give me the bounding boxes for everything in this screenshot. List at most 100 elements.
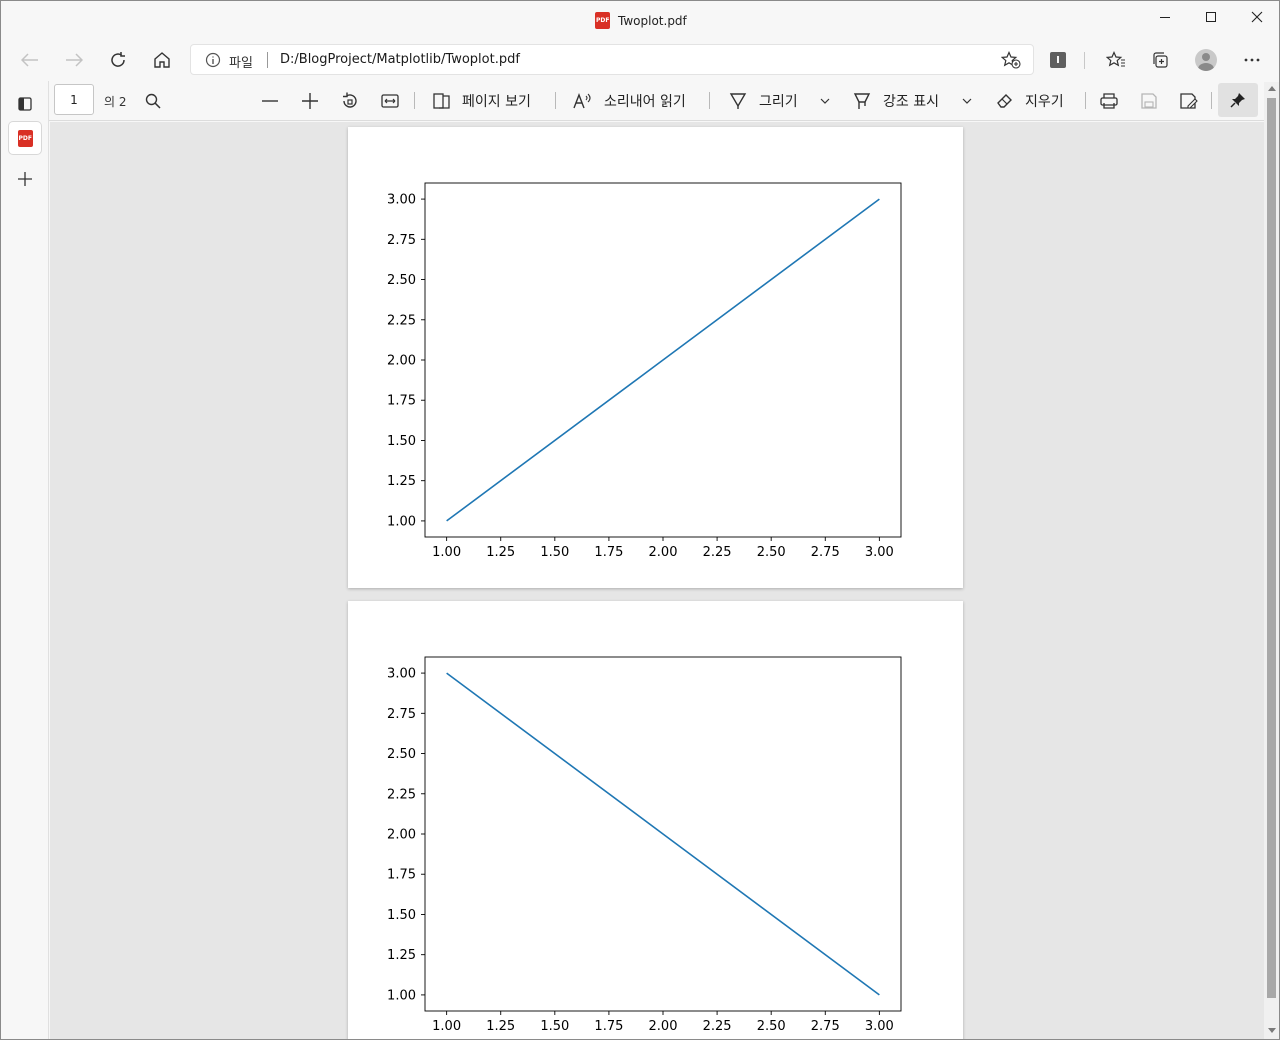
print-button[interactable]: [1097, 89, 1121, 113]
read-aloud-button[interactable]: 소리내어 읽기: [604, 91, 686, 111]
add-favorite-icon[interactable]: [1001, 51, 1021, 69]
toolbar-divider: [1085, 92, 1086, 109]
save-as-button[interactable]: [1177, 89, 1201, 113]
vertical-scrollbar[interactable]: [1264, 82, 1279, 1039]
minus-icon: [262, 100, 278, 102]
draw-button[interactable]: 그리기: [759, 91, 798, 111]
chevron-down-icon: [820, 98, 830, 104]
zoom-in-button[interactable]: [298, 89, 322, 113]
settings-menu-button[interactable]: [1239, 47, 1265, 73]
fit-width-button[interactable]: [378, 89, 402, 113]
read-aloud-icon-wrap[interactable]: [571, 89, 595, 113]
zoom-out-button[interactable]: [258, 89, 282, 113]
x-tick-label: 2.50: [757, 545, 786, 560]
avatar: [1195, 49, 1217, 71]
page-view-button[interactable]: 페이지 보기: [462, 91, 531, 111]
profile-button[interactable]: [1193, 47, 1219, 73]
page-view-icon: [433, 93, 450, 109]
scroll-down-arrow-icon[interactable]: [1268, 1028, 1276, 1033]
pdf-page-1: 1.00 1.25 1.50 1.75 2.00 2.25 2.50 2.75 3.00 1.00…: [348, 127, 963, 588]
x-tick-label: 2.00: [649, 1019, 678, 1034]
favorites-star-icon: [1106, 51, 1125, 67]
plus-icon: [302, 93, 318, 109]
search-icon: [145, 93, 161, 109]
y-tick-label: 1.00: [387, 514, 416, 529]
y-tick-label: 2.00: [387, 354, 416, 369]
x-tick-label: 2.75: [811, 1019, 840, 1034]
tab-twoplot-pdf[interactable]: [9, 122, 41, 154]
x-tick-label: 2.25: [703, 545, 732, 560]
address-bar[interactable]: 파일 D:/BlogProject/Matplotlib/Twoplot.pdf: [190, 44, 1034, 75]
page-view-icon-wrap[interactable]: [430, 89, 454, 113]
y-tick-label: 1.00: [387, 988, 416, 1003]
draw-options-button[interactable]: [813, 89, 837, 113]
y-tick-label: 2.75: [387, 707, 416, 722]
y-tick-label: 1.50: [387, 434, 416, 449]
tab-actions-button[interactable]: [9, 88, 41, 120]
collections-icon: [1153, 52, 1168, 68]
line-chart-2: 1.00 1.25 1.50 1.75 2.00 2.25 2.50 2.75 3.00 1.00…: [387, 656, 902, 1034]
x-tick-label: 2.75: [811, 545, 840, 560]
draw-icon-wrap[interactable]: [726, 89, 750, 113]
x-tick-label: 1.25: [486, 1019, 515, 1034]
info-icon[interactable]: [205, 52, 221, 68]
page-number-input[interactable]: 1: [54, 84, 94, 115]
minimize-button[interactable]: [1142, 1, 1188, 33]
window-title-group: Twoplot.pdf: [595, 12, 687, 29]
toolbar-divider: [1211, 92, 1212, 109]
x-tick-label: 1.00: [432, 1019, 461, 1034]
y-tick-label: 3.00: [387, 193, 416, 208]
erase-button[interactable]: 지우기: [1025, 91, 1064, 111]
url-text[interactable]: D:/BlogProject/Matplotlib/Twoplot.pdf: [280, 52, 520, 67]
vertical-tab-strip: [1, 81, 49, 1039]
more-dots-icon: [1244, 58, 1260, 62]
minimize-icon: [1160, 16, 1170, 18]
scrollbar-thumb[interactable]: [1267, 98, 1276, 998]
y-tick-label: 1.75: [387, 868, 416, 883]
address-separator: [267, 52, 268, 68]
erase-icon-wrap[interactable]: [993, 89, 1017, 113]
highlight-options-button[interactable]: [955, 89, 979, 113]
x-tick-label: 2.25: [703, 1019, 732, 1034]
pdf-file-icon: [595, 12, 610, 29]
close-icon: [1251, 11, 1263, 23]
page-count-label: 의 2: [104, 95, 127, 109]
y-tick-label: 2.50: [387, 273, 416, 288]
scroll-up-arrow-icon[interactable]: [1268, 86, 1276, 91]
x-tick-label: 1.00: [432, 545, 461, 560]
collections-button[interactable]: [1147, 47, 1173, 73]
refresh-button[interactable]: [102, 45, 134, 75]
y-tick-label: 2.25: [387, 787, 416, 802]
close-button[interactable]: [1234, 1, 1279, 33]
save-button[interactable]: [1137, 89, 1161, 113]
forward-button[interactable]: [58, 45, 90, 75]
extension-button[interactable]: I: [1045, 47, 1071, 73]
pdf-viewer[interactable]: 1.00 1.25 1.50 1.75 2.00 2.25 2.50 2.75 3.00 1.00…: [50, 122, 1264, 1039]
back-button[interactable]: [14, 45, 46, 75]
highlighter-icon: [853, 93, 871, 109]
read-aloud-icon: [573, 93, 591, 109]
pin-icon: [1230, 93, 1245, 108]
tab-panel-icon: [18, 97, 32, 111]
rotate-button[interactable]: [338, 89, 362, 113]
favorites-button[interactable]: [1103, 47, 1129, 73]
x-tick-label: 2.00: [649, 545, 678, 560]
new-tab-button[interactable]: [9, 163, 41, 195]
draw-pen-icon: [729, 93, 747, 109]
pin-toolbar-button[interactable]: [1218, 83, 1258, 117]
extension-icon: I: [1050, 52, 1066, 68]
browser-window: Twoplot.pdf 파일 D:/BlogProject/Matp: [0, 0, 1280, 1040]
maximize-button[interactable]: [1188, 1, 1234, 33]
y-tick-label: 2.00: [387, 828, 416, 843]
x-tick-label: 2.50: [757, 1019, 786, 1034]
line-chart-1: 1.00 1.25 1.50 1.75 2.00 2.25 2.50 2.75 3.00 1.00…: [387, 182, 902, 560]
fit-width-icon: [381, 94, 399, 108]
window-title: Twoplot.pdf: [618, 13, 687, 28]
save-disk-icon: [1141, 93, 1157, 109]
home-button[interactable]: [146, 45, 178, 75]
highlight-icon-wrap[interactable]: [850, 89, 874, 113]
find-button[interactable]: [141, 89, 165, 113]
highlight-button[interactable]: 강조 표시: [883, 91, 939, 111]
y-tick-label: 1.50: [387, 908, 416, 923]
toolbar-divider: [709, 92, 710, 109]
